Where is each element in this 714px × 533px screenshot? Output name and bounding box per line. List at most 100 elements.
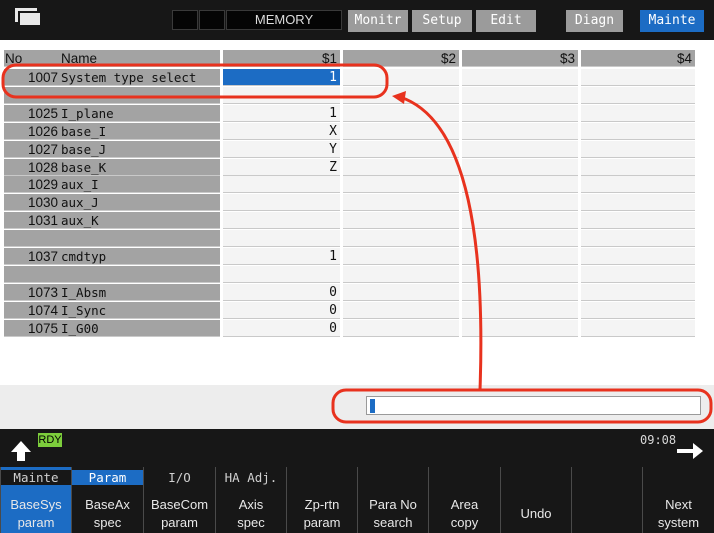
table-row[interactable]: 1007 System type select 1 (0, 69, 714, 86)
param-value-s1[interactable]: X (223, 122, 340, 140)
tab-diagn[interactable]: Diagn (566, 10, 623, 32)
param-value-s3[interactable] (462, 301, 578, 319)
param-value-s3[interactable] (462, 86, 578, 104)
fkey-label-line2: param (17, 515, 55, 530)
param-value-s1[interactable] (223, 176, 340, 194)
param-value-s3[interactable] (462, 230, 578, 248)
param-value-s3[interactable] (462, 212, 578, 230)
fkey-blank-8[interactable] (571, 467, 642, 533)
table-row[interactable]: 1026 base_I X (0, 122, 714, 140)
param-value-s4[interactable] (581, 194, 695, 212)
param-value-s4[interactable] (581, 86, 695, 104)
param-value-s2[interactable] (343, 230, 459, 248)
fkey-group-label: I/O (168, 470, 191, 485)
tab-monitr[interactable]: Monitr (348, 10, 408, 32)
param-value-s3[interactable] (462, 122, 578, 140)
param-value-s1[interactable] (223, 86, 340, 104)
param-value-s4[interactable] (581, 301, 695, 319)
param-value-s2[interactable] (343, 319, 459, 337)
param-value-s3[interactable] (462, 158, 578, 176)
param-value-s1[interactable]: Z (223, 158, 340, 176)
param-value-s4[interactable] (581, 248, 695, 265)
param-value-s3[interactable] (462, 248, 578, 265)
tab-setup[interactable]: Setup (412, 10, 472, 32)
param-value-s1[interactable]: 0 (223, 301, 340, 319)
fkey-para-no-5[interactable]: Para No search (357, 467, 428, 533)
fkey-label-line1: Next (665, 497, 692, 512)
fkey-basecom-2[interactable]: I/O BaseCom param (143, 467, 215, 533)
param-value-s1[interactable]: 0 (223, 283, 340, 301)
table-row[interactable]: 1029 aux_I (0, 176, 714, 194)
param-value-s2[interactable] (343, 140, 459, 158)
header-s3: $3 (462, 50, 578, 67)
table-row[interactable]: 1074 I_Sync 0 (0, 301, 714, 319)
param-value-s4[interactable] (581, 69, 695, 86)
table-row[interactable]: 1037 cmdtyp 1 (0, 248, 714, 265)
table-row[interactable]: 1031 aux_K (0, 212, 714, 230)
param-no: 1075 (4, 319, 60, 337)
fkey-next-9[interactable]: Next system (642, 467, 714, 533)
param-value-s3[interactable] (462, 69, 578, 86)
fkey-axis-3[interactable]: HA Adj. Axis spec (215, 467, 286, 533)
param-value-s4[interactable] (581, 176, 695, 194)
param-value-s4[interactable] (581, 265, 695, 283)
param-value-s1[interactable]: Y (223, 140, 340, 158)
fkey-baseax-1[interactable]: Param BaseAx spec (71, 467, 143, 533)
param-value-s2[interactable] (343, 86, 459, 104)
param-value-s4[interactable] (581, 122, 695, 140)
param-value-s4[interactable] (581, 104, 695, 122)
tab-edit[interactable]: Edit (476, 10, 536, 32)
param-value-s2[interactable] (343, 122, 459, 140)
table-row[interactable]: 1027 base_J Y (0, 140, 714, 158)
param-value-s3[interactable] (462, 194, 578, 212)
param-value-s2[interactable] (343, 194, 459, 212)
param-value-s1[interactable] (223, 265, 340, 283)
param-value-s2[interactable] (343, 176, 459, 194)
table-row[interactable]: 1075 I_G00 0 (0, 319, 714, 337)
param-value-s2[interactable] (343, 158, 459, 176)
param-value-s3[interactable] (462, 104, 578, 122)
fkey-basesys-0[interactable]: Mainte BaseSys param (0, 467, 71, 533)
param-value-s4[interactable] (581, 212, 695, 230)
param-value-s2[interactable] (343, 248, 459, 265)
param-value-s2[interactable] (343, 69, 459, 86)
param-value-s2[interactable] (343, 104, 459, 122)
param-value-s2[interactable] (343, 301, 459, 319)
param-value-s2[interactable] (343, 265, 459, 283)
table-row[interactable]: 1073 I_Absm 0 (0, 283, 714, 301)
param-value-s1[interactable] (223, 212, 340, 230)
param-value-s1[interactable]: 1 (223, 104, 340, 122)
param-value-s4[interactable] (581, 230, 695, 248)
param-value-s1[interactable]: 1 (223, 248, 340, 265)
data-input-field[interactable] (366, 396, 701, 415)
up-arrow-icon[interactable] (10, 439, 32, 463)
param-value-s4[interactable] (581, 140, 695, 158)
param-value-s1[interactable] (223, 230, 340, 248)
param-value-s1[interactable]: 1 (223, 69, 340, 86)
fkey-area-6[interactable]: Area copy (428, 467, 500, 533)
fkey-undo-7[interactable]: Undo (500, 467, 571, 533)
param-value-s1[interactable] (223, 194, 340, 212)
tab-mainte[interactable]: Mainte (640, 10, 704, 32)
table-row[interactable]: 1028 base_K Z (0, 158, 714, 176)
param-value-s3[interactable] (462, 140, 578, 158)
param-value-s3[interactable] (462, 319, 578, 337)
param-value-s1[interactable]: 0 (223, 319, 340, 337)
table-row[interactable] (0, 230, 714, 248)
param-value-s4[interactable] (581, 283, 695, 301)
param-value-s4[interactable] (581, 319, 695, 337)
param-value-s3[interactable] (462, 265, 578, 283)
param-value-s2[interactable] (343, 283, 459, 301)
param-value-s4[interactable] (581, 158, 695, 176)
status-cell-2 (199, 10, 225, 30)
param-value-s3[interactable] (462, 176, 578, 194)
param-value-s3[interactable] (462, 283, 578, 301)
param-no: 1029 (4, 176, 60, 194)
table-row[interactable]: 1030 aux_J (0, 194, 714, 212)
table-row[interactable]: 1025 I_plane 1 (0, 104, 714, 122)
fkey-zp-rtn-4[interactable]: Zp-rtn param (286, 467, 357, 533)
right-arrow-icon[interactable] (675, 441, 705, 461)
table-row[interactable] (0, 265, 714, 283)
table-row[interactable] (0, 86, 714, 104)
param-value-s2[interactable] (343, 212, 459, 230)
